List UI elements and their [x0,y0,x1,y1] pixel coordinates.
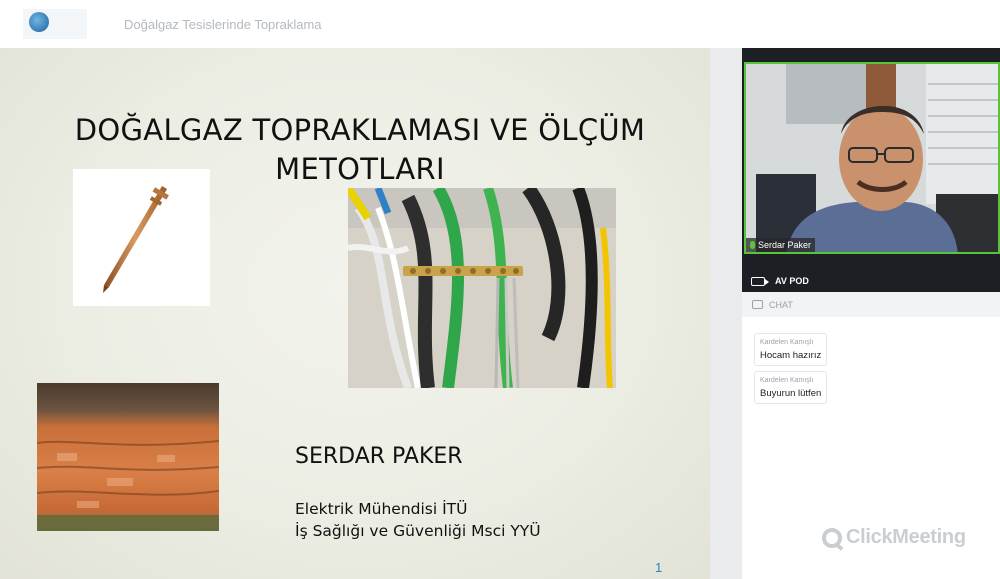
av-pod: Serdar Paker AV POD [742,48,1000,292]
presentation-area: DOĞALGAZ TOPRAKLAMASI VE ÖLÇÜM METOTLARI [0,48,742,579]
side-panel: Serdar Paker AV POD CHAT Kardelen Kamışl… [742,48,1000,579]
slide-title-line-1: DOĞALGAZ TOPRAKLAMASI VE ÖLÇÜM [74,113,646,147]
grounding-busbar-image [348,188,616,388]
webinar-title: Doğalgaz Tesislerinde Topraklama [124,17,322,32]
chat-message-text: Buyurun lütfen [760,388,822,399]
top-bar: Doğalgaz Tesislerinde Topraklama [0,0,1000,48]
chat-header[interactable]: CHAT [742,292,1000,317]
chat-message: Kardelen Kamışlı Buyurun lütfen [754,371,827,404]
camera-icon [751,276,769,286]
slide-page-number: 1 [655,560,663,575]
speaker-tag: Serdar Paker [746,238,816,252]
slide: DOĞALGAZ TOPRAKLAMASI VE ÖLÇÜM METOTLARI [0,48,710,579]
speaker-name: Serdar Paker [758,240,812,250]
presenter-video[interactable]: Serdar Paker [744,62,1000,254]
grounding-rod-image [73,169,210,306]
av-pod-label: AV POD [775,276,809,286]
globe-logo-icon [29,12,49,32]
logo [23,9,87,39]
affiliation-2: İş Sağlığı ve Güvenliği Msci YYÜ [295,522,541,540]
watermark-text: ClickMeeting [846,526,966,548]
chat-message-text: Hocam hazırız [760,350,822,361]
chat-icon [752,300,763,309]
chat-title: CHAT [769,299,793,310]
chat-message: Kardelen Kamışlı Hocam hazırız [754,333,827,366]
av-pod-header[interactable]: AV POD [742,270,1000,292]
chat-message-sender: Kardelen Kamışlı [760,339,814,346]
author-name: SERDAR PAKER [295,444,463,469]
clickmeeting-watermark: ClickMeeting [822,526,966,549]
soil-layer-image [37,383,219,531]
microphone-icon [750,241,755,249]
affiliation-1: Elektrik Mühendisi İTÜ [295,500,468,518]
chat-message-sender: Kardelen Kamışlı [760,377,814,384]
clickmeeting-logo-icon [822,527,842,548]
